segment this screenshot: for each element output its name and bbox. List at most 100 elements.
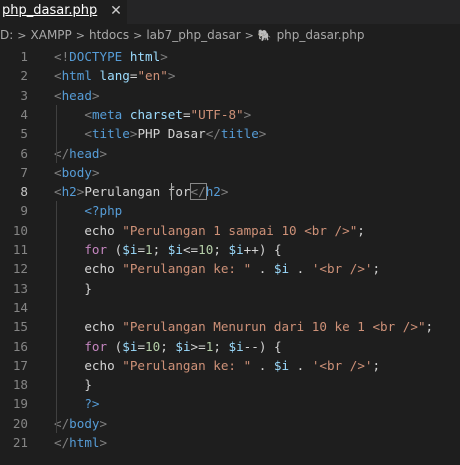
close-icon[interactable]: ✕ [108,2,124,20]
code-token: head [69,145,100,161]
breadcrumb-lab7[interactable]: lab7_php_dasar [146,28,240,42]
tab-php-dasar[interactable]: php_dasar.php ✕ [0,0,127,24]
code-text: } [54,375,92,394]
line-number: 21 [12,435,28,450]
line-number: 15 [12,319,28,335]
code-token: "en" [137,68,168,84]
code-text: <title>PHP Dasar</title> [54,124,266,143]
code-line[interactable]: 8 <h2>Perulangan for</h2> [0,182,460,201]
code-line[interactable]: 6 </head> [0,144,460,163]
line-number: 11 [12,242,28,257]
line-number: 12 [12,261,28,277]
code-token: "Perulangan ke: " [122,261,252,277]
code-token: Perulangan for [84,184,191,200]
code-token: $i [228,338,244,354]
code-token: > [167,68,176,84]
chevron-right-icon: > [133,28,143,42]
code-token: head [61,87,92,103]
line-number: 18 [12,377,28,393]
tab-label: php_dasar.php [2,3,98,18]
code-line[interactable]: 10 echo "Perulangan 1 sampai 10 <br />"; [0,221,460,240]
code-token: } [54,377,92,393]
code-line[interactable]: 20 </body> [0,414,460,433]
code-line[interactable]: 2 <html lang="en"> [0,66,460,85]
code-text: echo "Perulangan Menurun dari 10 ke 1 <b… [54,317,433,336]
code-token: h2 [61,184,77,200]
line-number: 1 [20,49,28,64]
code-text: </body> [54,414,107,433]
code-token: $i [273,357,290,373]
code-text: <html lang="en"> [54,66,175,85]
code-token: ( [107,242,123,257]
code-line[interactable]: 4 <meta charset="UTF-8"> [0,105,460,124]
indent-guide [56,104,57,163]
code-line[interactable]: 1 <!DOCTYPE html> [0,47,460,66]
code-token: ; [425,319,434,335]
breadcrumb-xampp[interactable]: XAMPP [31,28,72,42]
code-line[interactable]: 15 echo "Perulangan Menurun dari 10 ke 1… [0,317,460,336]
code-line[interactable]: 11 for ($i=1; $i<=10; $i++) { [0,240,460,259]
code-token: h2 [205,184,221,200]
line-number: 3 [20,87,28,103]
code-token: . [289,261,312,277]
breadcrumb-drive[interactable]: D: [0,28,13,42]
code-token: $i [228,242,244,257]
code-editor[interactable]: 1 <!DOCTYPE html> 2 <html lang="en"> 3 <head>… [0,46,460,465]
code-token: ; [213,242,229,257]
code-token: "Perulangan ke: " [122,357,252,373]
line-number: 2 [20,68,28,84]
line-number: 17 [12,357,28,373]
code-token: body [61,164,92,180]
code-text: <h2>Perulangan for</h2> [54,182,228,201]
code-token: ; [152,242,168,257]
code-token: echo [54,222,123,238]
code-line[interactable]: 16 for ($i=10; $i>=1; $i--) { [0,337,460,356]
line-number: 7 [20,164,28,180]
code-line[interactable]: 14 [0,298,460,317]
code-token: PHP Dasar [137,126,206,142]
line-number: 6 [20,145,28,161]
code-line[interactable]: 18 } [0,375,460,394]
code-token: ?> [84,396,100,412]
code-token: DOCTYPE [69,49,123,64]
code-token: > [220,184,229,200]
code-text: <head> [54,86,100,105]
code-token: ++) { [243,242,282,257]
code-line[interactable]: 19 ?> [0,394,460,413]
code-token: $i [273,261,290,277]
code-text: for ($i=1; $i<=10; $i++) { [54,240,282,259]
code-text: </head> [54,144,107,163]
breadcrumb-file[interactable]: php_dasar.php [277,28,365,42]
code-token: lang [99,68,130,84]
code-text: <?php [54,201,122,220]
code-line[interactable]: 7 <body> [0,163,460,182]
code-token: charset [129,106,183,122]
code-token: } [54,280,92,296]
php-file-icon: 🐘 [257,28,272,42]
code-token: < [54,68,62,84]
code-token: </ [189,183,207,201]
code-token: "Perulangan Menurun dari 10 ke 1 <br />" [122,319,426,335]
code-line[interactable]: 5 <title>PHP Dasar</title> [0,124,460,143]
code-text: ?> [54,394,100,413]
code-token: 10 [145,338,161,354]
line-number: 20 [12,415,28,431]
code-token: < [54,164,62,180]
code-line[interactable]: 13 } [0,279,460,298]
line-number: 5 [20,126,28,142]
code-token: = [137,338,146,354]
code-line[interactable]: 3 <head> [0,86,460,105]
code-line[interactable]: 12 echo "Perulangan ke: " . $i . '<br />… [0,259,460,278]
code-token: ( [107,338,123,354]
code-text: <body> [54,163,100,182]
breadcrumb-htdocs[interactable]: htdocs [89,28,129,42]
code-token: < [84,126,92,142]
chevron-right-icon: > [244,28,254,42]
code-token: ; [357,222,365,238]
code-line[interactable]: 21 </html> [0,433,460,452]
code-line[interactable]: 17 echo "Perulangan ke: " . $i . '<br />… [0,356,460,375]
code-token: body [69,415,100,431]
code-line[interactable]: 9 <?php [0,201,460,220]
